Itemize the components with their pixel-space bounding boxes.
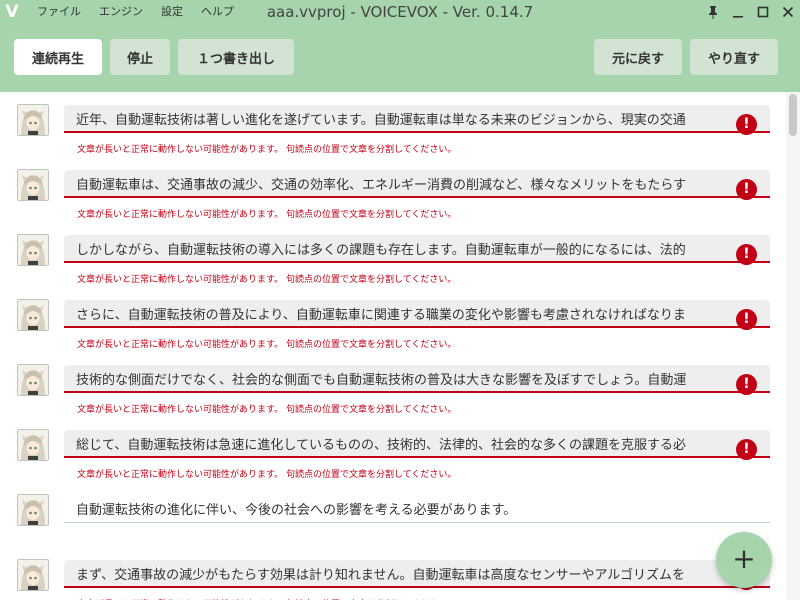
audio-cell: 総じて、自動運転技術は急速に進化しているものの、技術的、法律的、社会的な多くの課… — [0, 417, 786, 482]
character-avatar-button[interactable] — [17, 234, 49, 266]
cell-error-message: 文章が長いと正常に動作しない可能性があります。 句読点の位置で文章を分割してくだ… — [77, 470, 457, 480]
audio-cell: さらに、自動運転技術の普及により、自動運転車に関連する職業の変化や影響も考慮され… — [0, 287, 786, 352]
audio-cell-list: 近年、自動運転技術は著しい進化を遂げています。自動運転車は単なる未来のビジョンか… — [0, 92, 786, 600]
close-button[interactable] — [775, 0, 800, 24]
pin-button[interactable] — [700, 0, 725, 24]
cell-text-input[interactable]: 近年、自動運転技術は著しい進化を遂げています。自動運転車は単なる未来のビジョンか… — [64, 105, 770, 133]
audio-cell: 技術的な側面だけでなく、社会的な側面でも自動運転技術の普及は大きな影響を及ぼすで… — [0, 352, 786, 417]
cell-text-value: 自動運転技術の進化に伴い、今後の社会への影響を考える必要があります。 — [76, 503, 517, 518]
scrollbar-thumb[interactable] — [789, 94, 797, 136]
audio-cell: 自動運転技術の進化に伴い、今後の社会への影響を考える必要があります。 — [0, 482, 786, 547]
character-avatar-button[interactable] — [17, 559, 49, 591]
error-icon: ! — [736, 244, 757, 265]
menu-settings[interactable]: 設定 — [152, 0, 192, 24]
character-avatar-button[interactable] — [17, 299, 49, 331]
character-avatar-button[interactable] — [17, 364, 49, 396]
cell-text-value: 技術的な側面だけでなく、社会的な側面でも自動運転技術の普及は大きな影響を及ぼすで… — [76, 373, 687, 388]
cell-text-input[interactable]: 総じて、自動運転技術は急速に進化しているものの、技術的、法律的、社会的な多くの課… — [64, 430, 770, 458]
cell-text-input[interactable]: 自動運転技術の進化に伴い、今後の社会への影響を考える必要があります。 — [64, 495, 770, 523]
cell-text-value: 総じて、自動運転技術は急速に進化しているものの、技術的、法律的、社会的な多くの課… — [76, 438, 686, 453]
toolbar: 連続再生 停止 １つ書き出し 元に戻す やり直す — [0, 24, 800, 92]
export-one-button[interactable]: １つ書き出し — [178, 39, 294, 75]
cell-text-value: しかしながら、自動運転技術の導入には多くの課題も存在します。自動運転車が一般的に… — [76, 243, 686, 258]
character-avatar-icon — [18, 105, 48, 135]
cell-text-input[interactable]: しかしながら、自動運転技術の導入には多くの課題も存在します。自動運転車が一般的に… — [64, 235, 770, 263]
scrollbar[interactable] — [786, 92, 800, 600]
error-icon: ! — [736, 114, 757, 135]
audio-cell: 自動運転車は、交通事故の減少、交通の効率化、エネルギー消費の削減など、様々なメリ… — [0, 157, 786, 222]
undo-button[interactable]: 元に戻す — [594, 39, 682, 75]
window-controls — [700, 0, 800, 24]
maximize-button[interactable] — [750, 0, 775, 24]
menu-file[interactable]: ファイル — [28, 0, 90, 24]
minimize-icon — [732, 16, 743, 18]
app-logo: V — [0, 0, 24, 24]
cell-error-message: 文章が長いと正常に動作しない可能性があります。 句読点の位置で文章を分割してくだ… — [77, 210, 457, 220]
cell-text-value: まず、交通事故の減少がもたらす効果は計り知れません。自動運転車は高度なセンサーや… — [76, 568, 686, 583]
cell-text-value: さらに、自動運転技術の普及により、自動運転車に関連する職業の変化や影響も考慮され… — [76, 308, 686, 323]
cell-text-value: 近年、自動運転技術は著しい進化を遂げています。自動運転車は単なる未来のビジョンか… — [76, 113, 686, 128]
character-avatar-button[interactable] — [17, 429, 49, 461]
audio-cell: 近年、自動運転技術は著しい進化を遂げています。自動運転車は単なる未来のビジョンか… — [0, 92, 786, 157]
close-icon — [782, 6, 793, 18]
menu-bar: ファイル エンジン 設定 ヘルプ — [28, 0, 243, 24]
cell-text-input[interactable]: まず、交通事故の減少がもたらす効果は計り知れません。自動運転車は高度なセンサーや… — [64, 560, 770, 588]
error-icon: ! — [736, 439, 757, 460]
error-icon: ! — [736, 179, 757, 200]
cell-error-message: 文章が長いと正常に動作しない可能性があります。 句読点の位置で文章を分割してくだ… — [77, 340, 457, 350]
menu-engine[interactable]: エンジン — [90, 0, 152, 24]
cell-error-message: 文章が長いと正常に動作しない可能性があります。 句読点の位置で文章を分割してくだ… — [77, 145, 457, 155]
cell-error-message: 文章が長いと正常に動作しない可能性があります。 句読点の位置で文章を分割してくだ… — [77, 275, 457, 285]
character-avatar-icon — [18, 300, 48, 330]
character-avatar-icon — [18, 495, 48, 525]
stop-button[interactable]: 停止 — [110, 39, 170, 75]
character-avatar-icon — [18, 365, 48, 395]
menu-help[interactable]: ヘルプ — [192, 0, 243, 24]
character-avatar-icon — [18, 430, 48, 460]
character-avatar-icon — [18, 560, 48, 590]
cell-text-input[interactable]: さらに、自動運転技術の普及により、自動運転車に関連する職業の変化や影響も考慮され… — [64, 300, 770, 328]
character-avatar-icon — [18, 235, 48, 265]
minimize-button[interactable] — [725, 0, 750, 24]
cell-error-message: 文章が長いと正常に動作しない可能性があります。 句読点の位置で文章を分割してくだ… — [77, 405, 457, 415]
error-icon: ! — [736, 374, 757, 395]
character-avatar-button[interactable] — [17, 104, 49, 136]
add-cell-button[interactable]: + — [716, 532, 772, 588]
play-all-button[interactable]: 連続再生 — [14, 39, 102, 75]
pin-icon — [708, 6, 717, 19]
cell-text-input[interactable]: 自動運転車は、交通事故の減少、交通の効率化、エネルギー消費の削減など、様々なメリ… — [64, 170, 770, 198]
title-bar: V ファイル エンジン 設定 ヘルプ aaa.vvproj - VOICEVOX… — [0, 0, 800, 24]
maximize-icon — [757, 6, 768, 18]
audio-cell: まず、交通事故の減少がもたらす効果は計り知れません。自動運転車は高度なセンサーや… — [0, 547, 786, 600]
character-avatar-button[interactable] — [17, 169, 49, 201]
redo-button[interactable]: やり直す — [690, 39, 778, 75]
cell-text-value: 自動運転車は、交通事故の減少、交通の効率化、エネルギー消費の削減など、様々なメリ… — [76, 178, 687, 193]
character-avatar-button[interactable] — [17, 494, 49, 526]
audio-cell: しかしながら、自動運転技術の導入には多くの課題も存在します。自動運転車が一般的に… — [0, 222, 786, 287]
character-avatar-icon — [18, 170, 48, 200]
error-icon: ! — [736, 309, 757, 330]
cell-text-input[interactable]: 技術的な側面だけでなく、社会的な側面でも自動運転技術の普及は大きな影響を及ぼすで… — [64, 365, 770, 393]
